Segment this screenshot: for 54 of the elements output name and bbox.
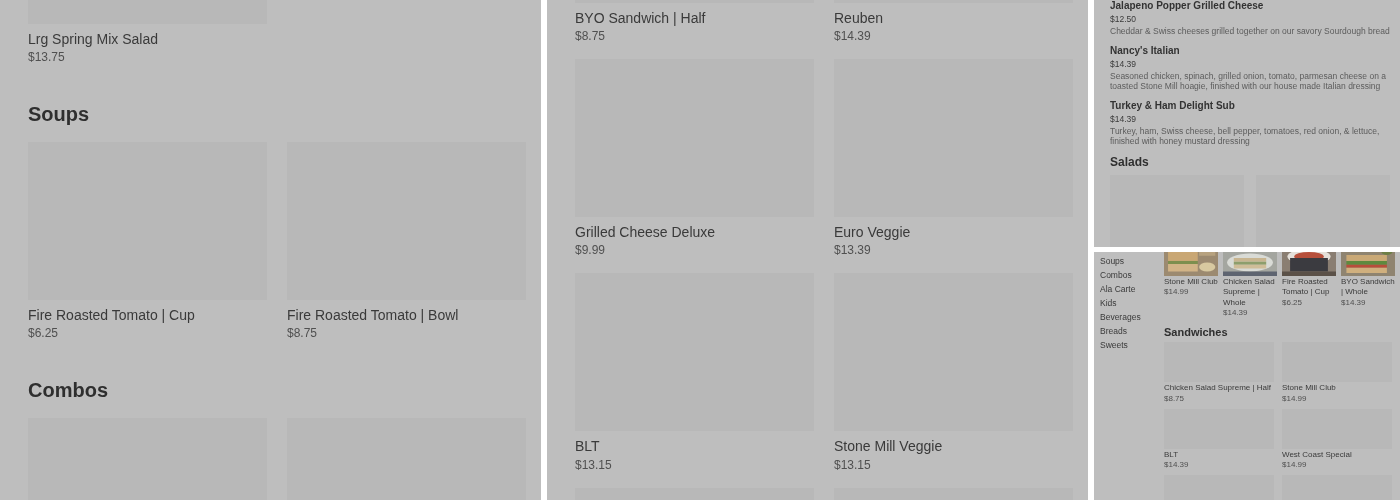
- item-price: $14.39: [834, 29, 872, 44]
- item-description: Seasoned chicken, spinach, grilled onion, tomato, parmesan cheese on a toasted Stone Mill hoagie, finished with our house made Italian dressing: [1110, 71, 1387, 91]
- category-link[interactable]: Soups: [1100, 254, 1164, 268]
- item-price: $12.50: [1110, 14, 1137, 24]
- item-price: $13.39: [834, 243, 872, 258]
- item-description: Cheddar & Swiss cheeses grilled together on our savory Sourdough bread: [1110, 26, 1390, 36]
- item-name: Grilled Cheese Deluxe: [575, 223, 717, 242]
- item-name: Lrg Spring Mix Salad: [28, 30, 159, 49]
- category-link[interactable]: Breads: [1100, 324, 1164, 338]
- item-name: Euro Veggie: [834, 223, 912, 242]
- item-name: Turkey & Ham Delight Sub: [1110, 100, 1236, 112]
- item-name: West Coast Special: [1282, 449, 1353, 461]
- item-price: $6.25: [1282, 297, 1304, 307]
- category-link[interactable]: Sweets: [1100, 338, 1164, 352]
- item-price: $14.99: [1282, 460, 1308, 470]
- item-name: BLT: [1164, 449, 1180, 461]
- item-price: $14.99: [1164, 287, 1190, 297]
- category-link[interactable]: Combos: [1100, 268, 1164, 282]
- item-price: $13.15: [575, 457, 613, 472]
- item-name: Jalapeno Popper Grilled Cheese: [1110, 0, 1265, 12]
- item-name: BYO Sandwich | Whole: [1341, 277, 1395, 298]
- item-price: $14.99: [1282, 393, 1308, 403]
- section-heading: Soups: [28, 102, 91, 128]
- item-name: Chicken Salad Supreme | Half: [1164, 383, 1273, 394]
- item-price: $14.39: [1110, 114, 1137, 124]
- item-name: Stone Mill Club: [1282, 383, 1337, 394]
- item-description: Turkey, ham, Swiss cheese, bell pepper, tomatoes, red onion, & lettuce, finished with honey mustard dressing: [1110, 126, 1381, 146]
- item-price: $14.39: [1164, 460, 1190, 470]
- item-price: $14.39: [1110, 59, 1137, 69]
- item-price: $13.15: [834, 457, 872, 472]
- item-price: $13.75: [28, 50, 66, 65]
- category-link[interactable]: Beverages: [1100, 310, 1164, 324]
- item-name: Reuben: [834, 9, 885, 28]
- item-name: BYO Sandwich | Half: [575, 9, 707, 28]
- item-price: $6.25: [28, 326, 60, 341]
- category-link[interactable]: Ala Carte: [1100, 282, 1164, 296]
- item-name: Stone Mill Veggie: [834, 437, 944, 456]
- item-price: $9.99: [575, 243, 607, 258]
- item-name: Fire Roasted Tomato | Cup: [1282, 277, 1331, 298]
- item-name: BLT: [575, 437, 601, 456]
- section-heading: Salads: [1110, 155, 1150, 171]
- section-heading: Combos: [28, 378, 109, 404]
- item-price: $14.39: [1341, 297, 1367, 307]
- category-link[interactable]: Kids: [1100, 296, 1164, 310]
- item-name: Fire Roasted Tomato | Bowl: [287, 306, 460, 325]
- section-heading: Sandwiches: [1164, 325, 1229, 340]
- item-price: $14.39: [1223, 308, 1249, 318]
- item-name: Nancy's Italian: [1110, 45, 1181, 57]
- item-price: $8.75: [1164, 393, 1186, 403]
- item-name: Fire Roasted Tomato | Cup: [28, 306, 196, 325]
- item-price: $8.75: [287, 326, 319, 341]
- item-name: Stone Mill Club: [1164, 277, 1218, 288]
- item-name: Chicken Salad Supreme | Whole: [1223, 277, 1276, 309]
- item-price: $8.75: [575, 29, 607, 44]
